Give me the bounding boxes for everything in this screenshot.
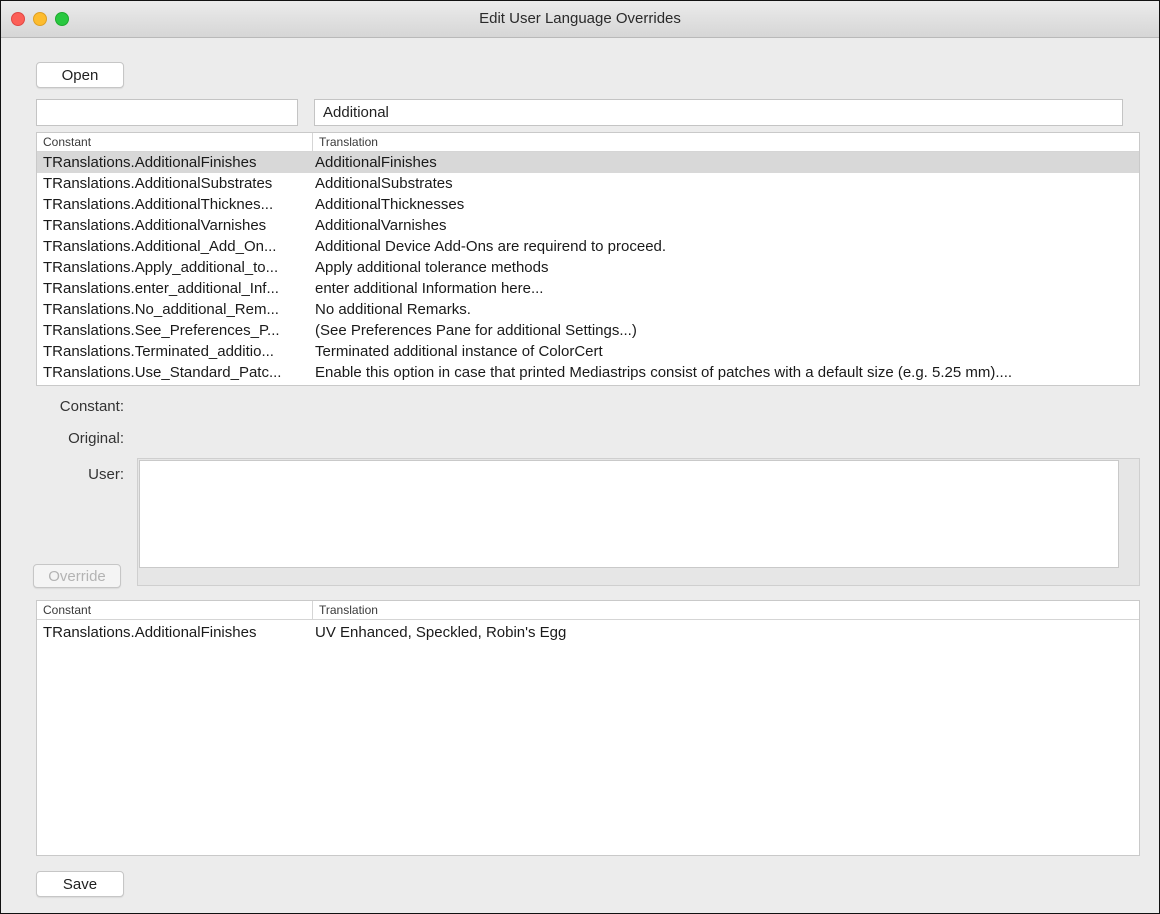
cell-translation: AdditionalVarnishes bbox=[315, 217, 447, 234]
overrides-table-header: Constant Translation bbox=[37, 601, 1139, 620]
table-row[interactable]: TRanslations.enter_additional_Inf... ente… bbox=[37, 278, 1139, 299]
cell-translation: AdditionalThicknesses bbox=[315, 196, 465, 213]
table-row[interactable]: TRanslations.Apply_additional_to... Apply… bbox=[37, 257, 1139, 278]
user-translation-textarea[interactable] bbox=[139, 460, 1119, 568]
cell-constant: TRanslations.AdditionalSubstrates bbox=[43, 175, 273, 192]
constant-filter-input[interactable] bbox=[36, 99, 298, 126]
cell-constant: TRanslations.AdditionalThicknes... bbox=[43, 196, 274, 213]
cell-translation: enter additional Information here... bbox=[315, 280, 544, 297]
table-row[interactable]: TRanslations.No_additional_Rem... No addi… bbox=[37, 299, 1139, 320]
column-header-constant[interactable]: Constant bbox=[37, 133, 313, 151]
cell-translation: Enable this option in case that printed … bbox=[315, 364, 1013, 381]
table-row[interactable]: TRanslations.Terminated_additio... Termin… bbox=[37, 341, 1139, 362]
table-row[interactable]: TRanslations.See_Preferences_P... (See Pr… bbox=[37, 320, 1139, 341]
search-results-table[interactable]: Constant Translation TRanslations.Additi… bbox=[36, 132, 1140, 386]
column-header-translation[interactable]: Translation bbox=[313, 133, 378, 151]
cell-translation: Terminated additional instance of ColorC… bbox=[315, 343, 603, 360]
table-header: Constant Translation bbox=[37, 133, 1139, 152]
column-header-constant[interactable]: Constant bbox=[37, 601, 313, 619]
table-row[interactable]: TRanslations.AdditionalVarnishes Addition… bbox=[37, 215, 1139, 236]
override-button[interactable]: Override bbox=[33, 564, 121, 588]
cell-constant: TRanslations.See_Preferences_P... bbox=[43, 322, 280, 339]
table-row[interactable]: TRanslations.AdditionalFinishes UV Enhanc… bbox=[37, 622, 1139, 643]
cell-translation: UV Enhanced, Speckled, Robin's Egg bbox=[315, 624, 567, 641]
table-row[interactable]: TRanslations.AdditionalThicknes... Additi… bbox=[37, 194, 1139, 215]
user-group-box bbox=[137, 458, 1140, 586]
cell-translation: AdditionalFinishes bbox=[315, 154, 437, 171]
title-bar: Edit User Language Overrides bbox=[1, 1, 1159, 38]
cell-constant: TRanslations.Terminated_additio... bbox=[43, 343, 274, 360]
cell-constant: TRanslations.Apply_additional_to... bbox=[43, 259, 279, 276]
cell-translation: No additional Remarks. bbox=[315, 301, 471, 318]
original-label: Original: bbox=[68, 430, 124, 447]
cell-constant: TRanslations.No_additional_Rem... bbox=[43, 301, 279, 318]
cell-constant: TRanslations.AdditionalFinishes bbox=[43, 624, 257, 641]
main-window: Edit User Language Overrides Open Additi… bbox=[0, 0, 1160, 914]
cell-translation: (See Preferences Pane for additional Set… bbox=[315, 322, 637, 339]
cell-constant: TRanslations.Use_Standard_Patc... bbox=[43, 364, 282, 381]
user-label: User: bbox=[88, 466, 124, 483]
cell-constant: TRanslations.Additional_Add_On... bbox=[43, 238, 277, 255]
cell-translation: Additional Device Add-Ons are requirend … bbox=[315, 238, 667, 255]
table-body: TRanslations.AdditionalFinishes Additiona… bbox=[37, 152, 1139, 383]
cell-constant: TRanslations.AdditionalVarnishes bbox=[43, 217, 267, 234]
overrides-table-body: TRanslations.AdditionalFinishes UV Enhanc… bbox=[37, 620, 1139, 643]
table-row[interactable]: TRanslations.AdditionalFinishes Additiona… bbox=[37, 152, 1139, 173]
window-title: Edit User Language Overrides bbox=[479, 10, 681, 27]
table-row[interactable]: TRanslations.AdditionalSubstrates Additio… bbox=[37, 173, 1139, 194]
cell-constant: TRanslations.AdditionalFinishes bbox=[43, 154, 257, 171]
cell-translation: AdditionalSubstrates bbox=[315, 175, 453, 192]
column-header-translation[interactable]: Translation bbox=[313, 601, 378, 619]
translation-filter-input[interactable]: Additional bbox=[314, 99, 1123, 126]
table-row[interactable]: TRanslations.Additional_Add_On... Additio… bbox=[37, 236, 1139, 257]
overrides-table[interactable]: Constant Translation TRanslations.Additi… bbox=[36, 600, 1140, 856]
table-row[interactable]: TRanslations.Use_Standard_Patc... Enable … bbox=[37, 362, 1139, 383]
cell-translation: Apply additional tolerance methods bbox=[315, 259, 549, 276]
cell-constant: TRanslations.enter_additional_Inf... bbox=[43, 280, 279, 297]
save-button[interactable]: Save bbox=[36, 871, 124, 897]
open-button[interactable]: Open bbox=[36, 62, 124, 88]
constant-label: Constant: bbox=[59, 398, 124, 415]
